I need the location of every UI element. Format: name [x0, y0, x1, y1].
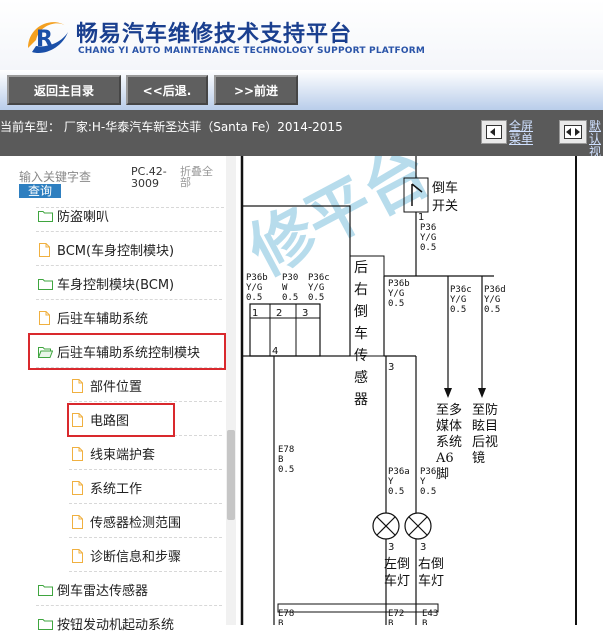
- sidebar-item-label: 部件位置: [90, 379, 143, 395]
- document-icon: [38, 310, 53, 325]
- circuit-diagram-svg: 修平台 倒车开关 后右倒车传感器 至多媒体系统 A6 脚 至防眩目后视镜 左倒车…: [238, 156, 577, 625]
- sidebar-scrollbar[interactable]: [226, 156, 236, 625]
- divider: [36, 265, 222, 266]
- brand-title: 畅易汽车维修技术支持平台: [76, 22, 353, 47]
- wire-label: E78 B 0.5: [278, 445, 294, 475]
- media-label: 至多媒体系统 A6 脚: [435, 402, 462, 482]
- sidebar-item[interactable]: 倒车雷达传感器: [38, 578, 148, 600]
- svg-text:R: R: [36, 27, 53, 52]
- watermark: 修平台: [238, 156, 442, 290]
- pin-number: 1: [252, 308, 258, 319]
- query-button[interactable]: 查询: [19, 184, 61, 198]
- divider: [69, 401, 222, 402]
- sidebar-item[interactable]: BCM(车身控制模块): [38, 238, 174, 260]
- dual-view-icon: [564, 125, 582, 139]
- sidebar-item[interactable]: 线束端护套: [71, 442, 155, 464]
- sidebar-item[interactable]: 按钮发动机起动系统: [38, 612, 174, 634]
- pin-number: 3: [420, 542, 426, 553]
- sidebar-item[interactable]: 防盗喇叭: [38, 204, 109, 226]
- dual-view-button[interactable]: [559, 120, 587, 144]
- forward-button[interactable]: >>前进: [214, 75, 298, 105]
- wire-label: P36 Y/G 0.5: [420, 223, 436, 253]
- pin-number: 4: [272, 346, 278, 357]
- pin-number: 3: [302, 308, 308, 319]
- folder-icon: [38, 583, 53, 596]
- pin-number: 3: [388, 542, 394, 553]
- sidebar-scroll-thumb[interactable]: [227, 430, 235, 520]
- app-header: R 畅易汽车维修技术支持平台 CHANG YI AUTO MAINTENANCE…: [0, 0, 603, 70]
- document-icon: [71, 548, 86, 563]
- mirror-label: 至防眩目后视镜: [472, 402, 498, 466]
- sidebar-item[interactable]: 车身控制模块(BCM): [38, 272, 174, 294]
- divider: [69, 571, 222, 572]
- home-button[interactable]: 返回主目录: [7, 75, 121, 105]
- sidebar-item-label: 诊断信息和步骤: [90, 549, 182, 565]
- pin-number: 2: [276, 308, 282, 319]
- wire-label: E43 B: [422, 609, 438, 625]
- collapse-all-link[interactable]: 折叠全部: [180, 166, 220, 188]
- sidebar-item[interactable]: 系统工作: [71, 476, 142, 498]
- wire-label: P36b Y/G 0.5: [246, 273, 268, 303]
- folder-icon: [38, 209, 53, 222]
- sidebar-item-label: 后驻车辅助系统: [57, 311, 149, 327]
- brand-subtitle: CHANG YI AUTO MAINTENANCE TECHNOLOGY SUP…: [78, 46, 426, 56]
- wire-label: E78 B: [278, 609, 294, 625]
- document-icon: [71, 514, 86, 529]
- sensor-module-label: 后右倒车传感器: [354, 260, 368, 408]
- divider: [69, 469, 222, 470]
- sidebar-item-label: 系统工作: [90, 481, 143, 497]
- folder-icon: [38, 277, 53, 290]
- wire-label: P36b Y/G 0.5: [388, 279, 410, 309]
- divider: [69, 503, 222, 504]
- sidebar-item[interactable]: 传感器检测范围: [71, 510, 181, 532]
- wire-label: P36c Y/G 0.5: [308, 273, 330, 303]
- left-lamp-label: 左倒车灯: [384, 557, 410, 589]
- divider: [36, 231, 222, 232]
- document-icon: [38, 242, 53, 257]
- right-lamp-label: 右倒车灯: [418, 557, 444, 589]
- fullscreen-button[interactable]: [481, 120, 507, 144]
- sidebar-item[interactable]: 诊断信息和步骤: [71, 544, 181, 566]
- pin-number: 1: [418, 212, 424, 223]
- sidebar-item-label: 线束端护套: [90, 447, 156, 463]
- sidebar-item-label: 车身控制模块(BCM): [57, 277, 175, 293]
- search-input[interactable]: 输入关键字查: [19, 168, 91, 185]
- fullscreen-icon: [486, 125, 502, 139]
- wire-label: P36a Y 0.5: [388, 467, 410, 497]
- sidebar-item-label: 传感器检测范围: [90, 515, 182, 531]
- wire-label: P36 Y 0.5: [420, 467, 436, 497]
- sidebar-item-label: 防盗喇叭: [57, 209, 110, 225]
- highlight-box-module: [28, 333, 226, 370]
- document-icon: [71, 480, 86, 495]
- wire-labels: P36b Y/G 0.5 P30 W 0.5 P36c Y/G 0.5 P36b Y/G 0.5 P36…: [246, 223, 506, 625]
- folder-icon: [38, 617, 53, 630]
- sidebar-item-label: 倒车雷达传感器: [57, 583, 149, 599]
- wire-label: P36d Y/G 0.5: [484, 285, 506, 315]
- divider: [69, 537, 222, 538]
- circuit-diagram: 修平台 倒车开关 后右倒车传感器 至多媒体系统 A6 脚 至防眩目后视镜 左倒车…: [236, 156, 603, 625]
- highlight-box-circuit: [67, 403, 175, 437]
- logo-icon: R: [28, 22, 68, 54]
- divider: [36, 605, 222, 606]
- current-vehicle-text: 当前车型： 厂家:H-华泰汽车新圣达菲（Santa Fe）2014-2015: [0, 120, 343, 134]
- wire-label: P36c Y/G 0.5: [450, 285, 472, 315]
- doc-code: PC.42-3009: [131, 165, 167, 190]
- wire-label: P30 W 0.5: [282, 273, 298, 303]
- document-icon: [71, 378, 86, 393]
- sidebar-item-label: BCM(车身控制模块): [57, 243, 175, 259]
- sidebar-item[interactable]: 后驻车辅助系统: [38, 306, 148, 328]
- back-button[interactable]: <<后退.: [126, 75, 208, 105]
- fullscreen-label[interactable]: 全屏菜单: [509, 120, 539, 146]
- sidebar-item-label: 按钮发动机起动系统: [57, 617, 175, 633]
- wire-label: E72 B: [388, 609, 404, 625]
- pin-number: 3: [388, 362, 394, 373]
- sidebar-item[interactable]: 部件位置: [71, 374, 142, 396]
- document-icon: [71, 446, 86, 461]
- divider: [36, 299, 222, 300]
